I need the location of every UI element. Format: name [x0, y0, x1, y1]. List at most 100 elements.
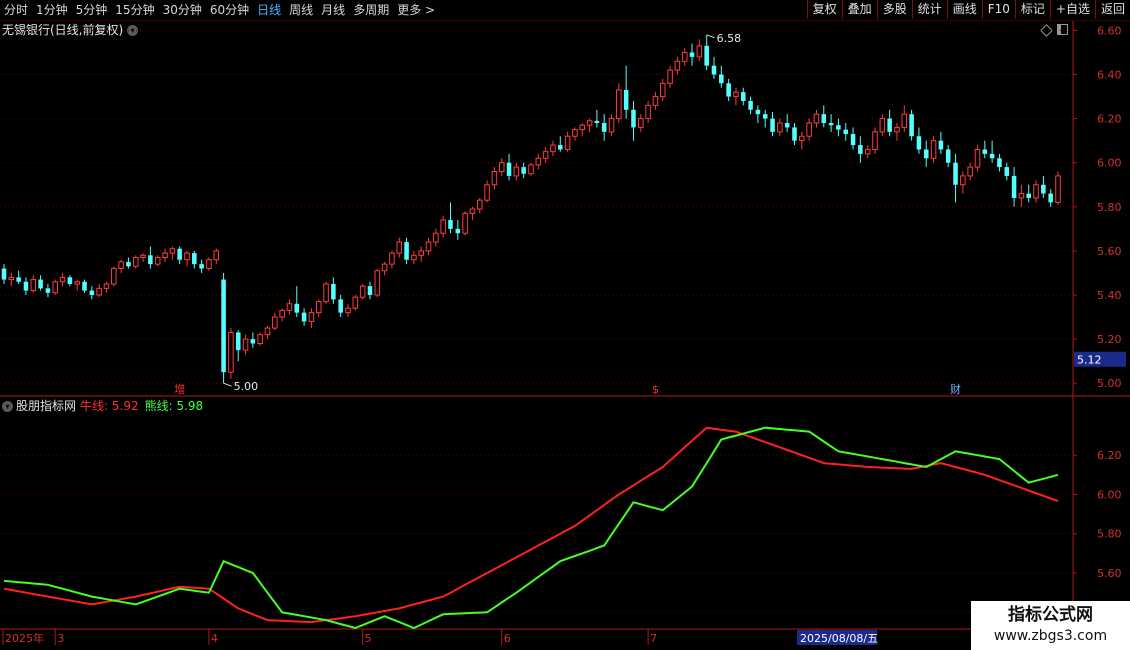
- y-tick-label: 5.20: [1097, 333, 1122, 346]
- candle-body: [433, 232, 439, 243]
- candle-body: [726, 83, 731, 97]
- candle-body: [323, 283, 329, 303]
- candle-body: [1041, 184, 1046, 194]
- candle-body: [491, 171, 498, 186]
- candle-body: [594, 120, 600, 124]
- candle-body: [411, 254, 417, 261]
- candle-body: [1055, 175, 1061, 203]
- kline-chart[interactable]: 5.005.205.405.605.806.006.206.406.605.40…: [0, 0, 1130, 650]
- indicator-name: 股朋指标网: [16, 399, 77, 413]
- bull-line-value: 牛线: 5.92: [80, 399, 139, 413]
- candle-body: [23, 281, 29, 291]
- date-label: 7: [650, 632, 657, 645]
- candle-body: [564, 135, 571, 150]
- candle-body: [521, 167, 526, 174]
- candle-body: [836, 125, 841, 130]
- candle-body: [558, 145, 563, 150]
- candle-body: [821, 114, 827, 124]
- candle-body: [623, 89, 629, 110]
- candle-body: [96, 287, 102, 296]
- candle-body: [982, 149, 988, 154]
- candle-body: [89, 290, 95, 295]
- candle-body: [872, 131, 878, 150]
- chevron-down-icon[interactable]: ▾: [2, 400, 13, 412]
- candle-body: [286, 303, 293, 311]
- candle-body: [294, 303, 300, 313]
- candle-body: [111, 268, 117, 285]
- annotation-pointer: [223, 382, 232, 387]
- candle-body: [762, 114, 768, 119]
- candle-body: [425, 241, 432, 252]
- candle-body: [850, 134, 856, 146]
- candle-body: [813, 113, 820, 124]
- candle-body: [250, 339, 256, 344]
- candle-body: [169, 248, 176, 254]
- candle-body: [1048, 193, 1053, 203]
- candle-body: [381, 263, 388, 272]
- candle-body: [1011, 175, 1017, 198]
- candle-body: [45, 288, 51, 293]
- candle-body: [674, 60, 681, 71]
- candle-body: [140, 254, 146, 259]
- candle-body: [616, 89, 622, 120]
- candle-body: [228, 331, 234, 373]
- candle-body: [930, 140, 937, 159]
- candle-body: [799, 135, 805, 142]
- candle-body: [542, 151, 549, 159]
- candle-body: [528, 164, 534, 175]
- bull-line: [3, 426, 1059, 624]
- candle-body: [1018, 193, 1025, 199]
- candle-body: [462, 212, 468, 234]
- candle-body: [608, 118, 615, 133]
- candle-body: [711, 65, 717, 75]
- y-tick-label: 6.60: [1097, 24, 1122, 37]
- candle-body: [579, 124, 586, 131]
- cursor-date-label: 2025/08/08/五: [800, 632, 878, 645]
- candle-body: [367, 286, 373, 295]
- candle-body: [264, 327, 271, 336]
- candle-body: [103, 283, 110, 289]
- candle-body: [681, 51, 688, 62]
- candle-body: [953, 162, 958, 185]
- candle-body: [199, 264, 204, 269]
- candle-body: [132, 257, 139, 267]
- candle-body: [806, 122, 812, 137]
- date-label: 5: [365, 632, 372, 645]
- y-tick-label: 5.00: [1097, 377, 1122, 390]
- indicator-header: ▾ 股朋指标网 牛线: 5.92 熊线: 5.98: [2, 398, 203, 414]
- candle-body: [887, 118, 892, 132]
- candle-body: [396, 241, 403, 254]
- candle-body: [916, 136, 922, 150]
- candle-body: [126, 261, 131, 267]
- candle-body: [404, 242, 409, 260]
- y-tick-label: 5.80: [1097, 528, 1122, 541]
- candle-body: [586, 120, 593, 126]
- candle-body: [974, 148, 981, 168]
- candle-body: [82, 281, 87, 291]
- candle-body: [506, 162, 512, 176]
- current-price-label: 5.12: [1077, 354, 1102, 367]
- date-label: 4: [211, 632, 218, 645]
- candle-body: [448, 220, 453, 229]
- candle-body: [59, 276, 66, 283]
- candle-body: [535, 157, 542, 166]
- candle-body: [601, 123, 607, 132]
- candle-body: [828, 123, 834, 126]
- candle-body: [498, 162, 505, 173]
- price-annotation: 5.00: [234, 380, 258, 393]
- price-annotation: 6.58: [717, 32, 742, 45]
- candle-body: [645, 104, 651, 120]
- y-tick-label: 6.20: [1097, 449, 1122, 462]
- bear-line: [3, 426, 1059, 630]
- candle-body: [359, 285, 366, 298]
- candle-body: [843, 129, 849, 135]
- candle-body: [770, 118, 775, 132]
- candle-body: [16, 277, 21, 282]
- event-marker: $: [652, 383, 659, 396]
- candle-body: [8, 276, 15, 281]
- candle-body: [513, 166, 520, 177]
- candle-body: [345, 307, 351, 314]
- candle-body: [279, 309, 285, 318]
- annotation-pointer: [706, 34, 715, 39]
- candle-body: [352, 296, 359, 309]
